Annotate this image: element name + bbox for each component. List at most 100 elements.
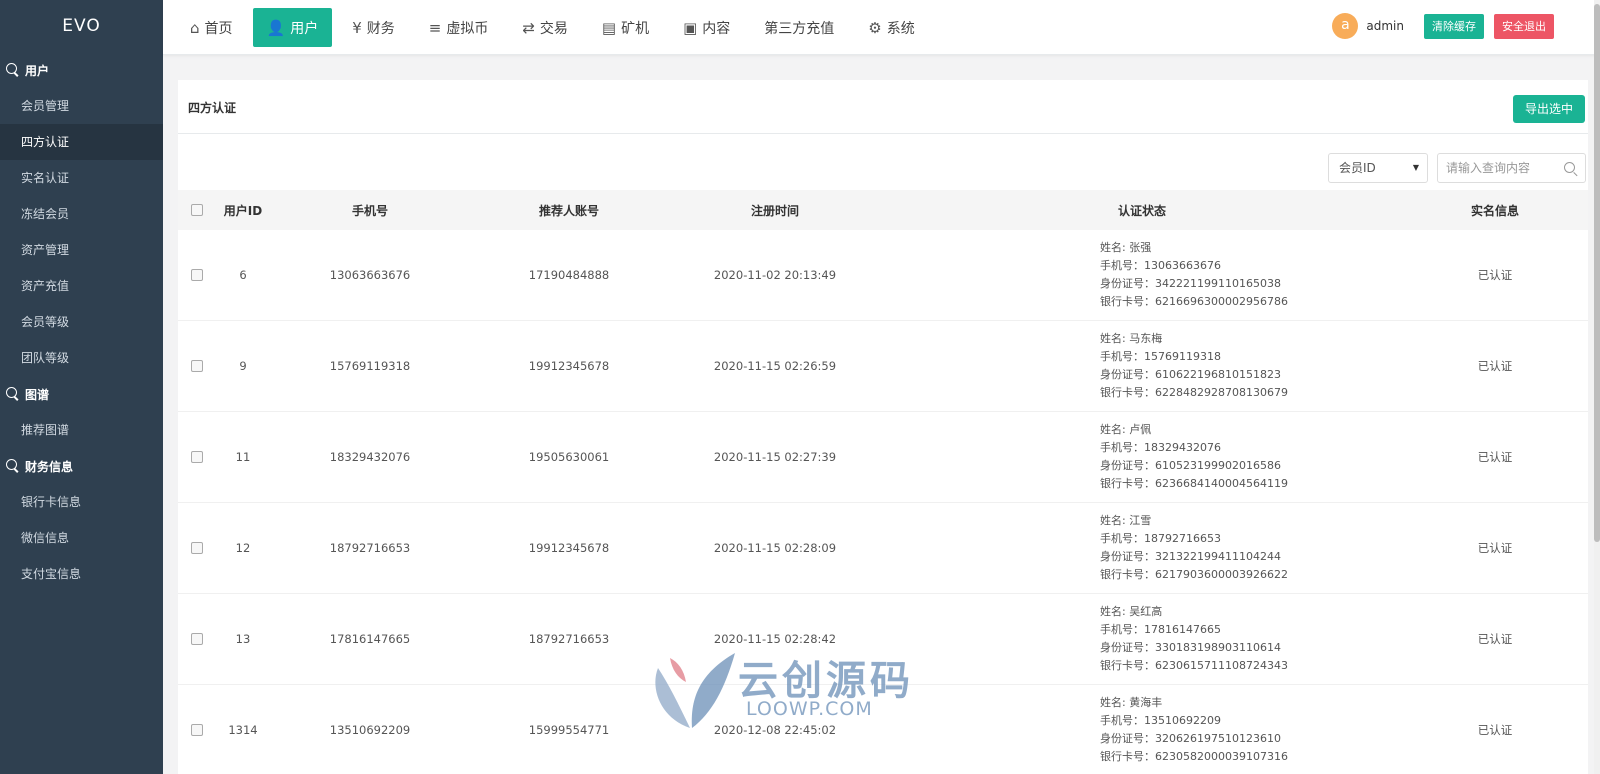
nav-tab[interactable]: 👤 用户 — [252, 8, 333, 47]
sidebar-item[interactable]: 会员等级 — [0, 304, 163, 340]
status-mobile: 手机号：18329432076 — [1100, 441, 1221, 454]
sidebar-item[interactable]: 团队等级 — [0, 340, 163, 376]
nav-tab-label: 交易 — [539, 20, 568, 37]
cell-reg-time: 2020-11-15 02:28:09 — [713, 541, 837, 555]
sidebar-item[interactable]: 推荐图谱 — [0, 412, 163, 448]
nav-tab[interactable]: ⇄ 交易 — [508, 8, 582, 47]
table-row[interactable]: 12 18792716653 19912345678 2020-11-15 02:28… — [178, 503, 1588, 594]
status-bankcard: 银行卡号：6230615711108724343 — [1100, 659, 1288, 672]
status-idcard: 身份证号：321322199411104244 — [1100, 550, 1281, 563]
scrollbar[interactable] — [1594, 0, 1600, 774]
clear-cache-button[interactable]: 清除缓存 — [1424, 13, 1484, 39]
header-referrer[interactable]: 推荐人账号 — [470, 202, 668, 219]
cell-phone: 17816147665 — [329, 632, 411, 646]
sidebar-item[interactable]: 资产管理 — [0, 232, 163, 268]
sidebar-item[interactable]: 资产充值 — [0, 268, 163, 304]
header-user-id[interactable]: 用户ID — [216, 202, 270, 219]
row-checkbox[interactable] — [191, 451, 203, 463]
header-realname[interactable]: 实名信息 — [1402, 202, 1588, 219]
table-row[interactable]: 9 15769119318 19912345678 2020-11-15 02:26:… — [178, 321, 1588, 412]
caret-down-icon: ▼ — [1412, 163, 1419, 172]
status-name: 姓名: 江雪 — [1100, 514, 1152, 527]
nav-tab[interactable]: ¥ 财务 — [338, 8, 409, 47]
sidebar-item[interactable]: 银行卡信息 — [0, 484, 163, 520]
search-icon — [6, 387, 20, 401]
sidebar-group-label: 用户 — [25, 63, 50, 78]
search-icon — [6, 63, 20, 77]
search-placeholder: 请输入查询内容 — [1446, 161, 1531, 175]
sidebar-item[interactable]: 会员管理 — [0, 88, 163, 124]
sidebar-group-header[interactable]: 用户 — [0, 52, 163, 88]
row-checkbox[interactable] — [191, 269, 203, 281]
sidebar-group-header[interactable]: 图谱 — [0, 376, 163, 412]
sidebar-item[interactable]: 支付宝信息 — [0, 556, 163, 592]
status-bankcard: 银行卡号：6230582000039107316 — [1100, 750, 1288, 763]
sidebar-item[interactable]: 四方认证 — [0, 124, 163, 160]
table-row[interactable]: 11 18329432076 19505630061 2020-11-15 02:27… — [178, 412, 1588, 503]
cell-reg-time: 2020-11-15 02:27:39 — [713, 450, 837, 464]
sidebar-group-header[interactable]: 财务信息 — [0, 448, 163, 484]
nav-tab[interactable]: ≡ 虚拟币 — [415, 8, 503, 47]
row-checkbox[interactable] — [191, 542, 203, 554]
status-idcard: 身份证号：610523199902016586 — [1100, 459, 1281, 472]
header-phone[interactable]: 手机号 — [270, 202, 470, 219]
cell-realname: 已认证 — [1477, 632, 1513, 646]
database-icon: ≡ — [428, 18, 442, 37]
main-nav: ⌂ 首页 👤 用户 ¥ 财务 ≡ 虚拟币 ⇄ 交易 ▤ 矿机 ▣ 内容 第三方充值 ⚙ 系统 — [163, 0, 935, 55]
row-checkbox[interactable] — [191, 633, 203, 645]
search-input[interactable]: 请输入查询内容 — [1437, 153, 1586, 183]
nav-tab[interactable]: ⌂ 首页 — [176, 8, 247, 47]
brand-logo: EVO — [62, 16, 101, 36]
cell-phone: 18329432076 — [329, 450, 411, 464]
sidebar-item[interactable]: 冻结会员 — [0, 196, 163, 232]
export-selected-button[interactable]: 导出选中 — [1512, 95, 1585, 123]
status-mobile: 手机号：13510692209 — [1100, 714, 1221, 727]
status-idcard: 身份证号：610622196810151823 — [1100, 368, 1281, 381]
content-card: 四方认证 导出选中 会员ID ▼ 请输入查询内容 用户ID 手机号 推荐人账号 … — [178, 80, 1588, 774]
nav-tab-label: 系统 — [886, 20, 915, 37]
sidebar-menu: 用户会员管理 四方认证 实名认证 冻结会员 资产管理 资产充值 会员等级 团队等级 图谱 推荐图谱… — [0, 52, 163, 592]
document-icon: ▣ — [683, 18, 698, 37]
status-name: 姓名: 卢佩 — [1100, 423, 1152, 436]
header-status[interactable]: 认证状态 — [882, 202, 1402, 219]
status-mobile: 手机号：13063663676 — [1100, 259, 1221, 272]
header-reg-time[interactable]: 注册时间 — [668, 202, 882, 219]
search-icon[interactable] — [1564, 162, 1575, 173]
status-name: 姓名: 张强 — [1100, 241, 1152, 254]
table-row[interactable]: 1314 13510692209 15999554771 2020-12-08 22:… — [178, 685, 1588, 774]
logout-button[interactable]: 安全退出 — [1494, 13, 1554, 39]
status-bankcard: 银行卡号：6236684140004564119 — [1100, 477, 1288, 490]
cell-phone: 18792716653 — [329, 541, 411, 555]
nav-tab[interactable]: ⚙ 系统 — [854, 8, 928, 47]
table-row[interactable]: 13 17816147665 18792716653 2020-11-15 02:28… — [178, 594, 1588, 685]
nav-tab[interactable]: ▣ 内容 — [669, 8, 744, 47]
table-row[interactable]: 6 13063663676 17190484888 2020-11-02 20:13:… — [178, 230, 1588, 321]
status-name: 姓名: 黄海丰 — [1100, 696, 1163, 709]
cell-referrer: 18792716653 — [528, 632, 610, 646]
nav-tab-label: 用户 — [290, 20, 319, 37]
scrollbar-thumb[interactable] — [1594, 4, 1600, 542]
row-checkbox[interactable] — [191, 724, 203, 736]
status-name: 姓名: 马东梅 — [1100, 332, 1163, 345]
avatar[interactable]: a — [1332, 13, 1359, 39]
nav-tab[interactable]: 第三方充值 — [750, 8, 848, 47]
sidebar-item[interactable]: 实名认证 — [0, 160, 163, 196]
home-icon: ⌂ — [190, 18, 200, 37]
status-bankcard: 银行卡号：6228482928708130679 — [1100, 386, 1288, 399]
row-checkbox[interactable] — [191, 360, 203, 372]
cell-referrer: 19505630061 — [528, 450, 610, 464]
nav-tab[interactable]: ▤ 矿机 — [588, 8, 663, 47]
username[interactable]: admin — [1366, 19, 1404, 33]
cell-referrer: 19912345678 — [528, 359, 610, 373]
sidebar-item[interactable]: 微信信息 — [0, 520, 163, 556]
cell-reg-time: 2020-11-02 20:13:49 — [713, 268, 837, 282]
verification-table: 用户ID 手机号 推荐人账号 注册时间 认证状态 实名信息 6 130636636… — [178, 190, 1588, 774]
cell-user-id: 1314 — [228, 723, 258, 737]
status-idcard: 身份证号：342221199110165038 — [1100, 277, 1281, 290]
select-all-checkbox[interactable] — [191, 204, 203, 216]
filter-field-select[interactable]: 会员ID ▼ — [1328, 153, 1428, 183]
cell-status: 姓名: 黄海丰 手机号：13510692209 身份证号：3206261975101… — [882, 694, 1402, 766]
cell-user-id: 12 — [235, 541, 251, 555]
user-icon: 👤 — [266, 18, 286, 37]
status-mobile: 手机号：18792716653 — [1100, 532, 1221, 545]
